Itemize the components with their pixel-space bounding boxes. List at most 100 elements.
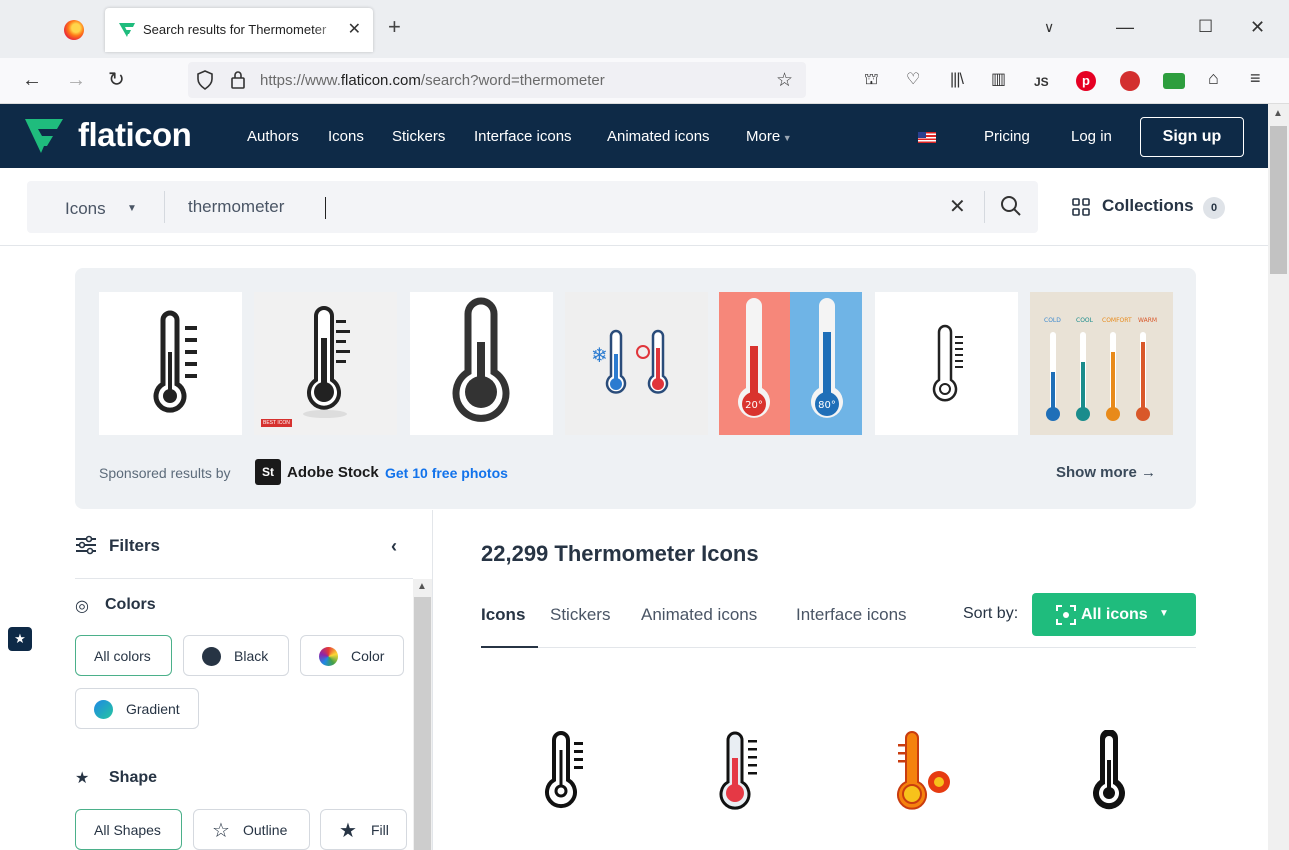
tab-title: Search results for Thermometer: [143, 22, 327, 37]
sponsored-thumbnail[interactable]: 20° 80°: [719, 292, 862, 435]
collections-grid-icon[interactable]: [1072, 198, 1090, 216]
filter-outline[interactable]: ☆ Outline: [193, 809, 310, 850]
filter-color[interactable]: Color: [300, 635, 404, 676]
divider: [984, 191, 985, 223]
browser-tab[interactable]: Search results for Thermometer ✕: [105, 8, 373, 52]
search-input[interactable]: [188, 194, 888, 220]
maximize-icon[interactable]: ☐: [1198, 16, 1213, 38]
temperature-label: 20°: [745, 400, 763, 411]
nav-more[interactable]: More ▼: [746, 128, 792, 145]
library-icon[interactable]: |||\: [950, 70, 964, 90]
reload-icon[interactable]: ↻: [108, 68, 125, 92]
divider: [481, 647, 1196, 648]
green-extension-icon[interactable]: [1163, 73, 1185, 89]
search-box: Icons ▼ ✕: [27, 181, 1038, 233]
sponsored-thumbnail[interactable]: [875, 292, 1018, 435]
pocket-icon[interactable]: ♡: [906, 70, 920, 90]
nav-icons[interactable]: Icons: [328, 128, 364, 145]
sponsored-thumbnail[interactable]: BEST ICON: [254, 292, 397, 435]
reader-pin-icon[interactable]: ⛫: [864, 70, 879, 90]
page-scrollbar[interactable]: ▲: [1268, 104, 1289, 850]
new-tab-button[interactable]: +: [388, 16, 401, 38]
sidebar-icon[interactable]: ▥: [991, 70, 1006, 90]
menu-icon[interactable]: ≡: [1250, 68, 1261, 88]
star-filled-icon: ★: [339, 820, 357, 842]
us-flag-icon[interactable]: [918, 132, 936, 143]
lock-icon[interactable]: [230, 70, 246, 90]
search-icon[interactable]: [999, 194, 1023, 218]
scroll-up-icon[interactable]: ▲: [417, 581, 427, 592]
forward-arrow-icon[interactable]: →: [66, 68, 86, 92]
url-bar[interactable]: https://www.flaticon.com/search?word=the…: [188, 62, 806, 98]
tab-stickers[interactable]: Stickers: [550, 605, 610, 625]
filter-gradient[interactable]: Gradient: [75, 688, 199, 729]
thermometer-color-icon[interactable]: [706, 730, 776, 810]
filter-fill[interactable]: ★ Fill: [320, 809, 407, 850]
filter-all-shapes[interactable]: All Shapes: [75, 809, 182, 850]
clear-search-icon[interactable]: ✕: [949, 194, 966, 219]
tab-icons[interactable]: Icons: [481, 605, 525, 625]
best-icon-badge: BEST ICON: [261, 419, 292, 427]
collections-button[interactable]: Collections: [1102, 196, 1194, 216]
nav-pricing[interactable]: Pricing: [984, 128, 1030, 145]
sponsored-thumbnail[interactable]: COLD COOL COMFORT WARM: [1030, 292, 1173, 435]
active-tab-indicator: [481, 646, 538, 648]
bookmark-star-icon[interactable]: ☆: [776, 69, 793, 92]
back-arrow-icon[interactable]: ←: [22, 68, 42, 92]
thermometer-gear-icon[interactable]: [886, 730, 956, 810]
scrollbar-thumb[interactable]: [1270, 126, 1287, 274]
tab-interface-icons[interactable]: Interface icons: [796, 605, 907, 625]
nav-stickers[interactable]: Stickers: [392, 128, 445, 145]
sponsored-thumbnail[interactable]: [99, 292, 242, 435]
free-photos-link[interactable]: Get 10 free photos: [385, 465, 508, 481]
filters-scrollbar[interactable]: ▲: [413, 579, 432, 850]
divider: [164, 191, 165, 223]
tab-animated-icons[interactable]: Animated icons: [641, 605, 757, 625]
scroll-up-icon[interactable]: ▲: [1273, 108, 1283, 119]
nav-interface-icons[interactable]: Interface icons: [474, 128, 572, 145]
signup-button[interactable]: Sign up: [1140, 117, 1244, 157]
show-more-link[interactable]: Show more →: [1056, 464, 1156, 481]
adobe-stock-link[interactable]: Adobe Stock: [287, 464, 379, 481]
search-type-select[interactable]: Icons: [65, 199, 106, 219]
download-extension-icon[interactable]: [1120, 71, 1140, 91]
filters-header: Filters ‹: [75, 533, 413, 579]
sort-dropdown[interactable]: All icons ▼: [1032, 593, 1196, 636]
caret-down-icon[interactable]: ▼: [127, 203, 137, 214]
flaticon-favicon-icon: [119, 23, 135, 37]
url-text[interactable]: https://www.flaticon.com/search?word=the…: [260, 72, 605, 89]
filter-black[interactable]: Black: [183, 635, 289, 676]
login-link[interactable]: Log in: [1071, 128, 1112, 145]
minimize-icon[interactable]: —: [1116, 16, 1134, 38]
thermometer-fill-icon[interactable]: [1075, 730, 1145, 810]
sponsored-thumbnail[interactable]: [410, 292, 553, 435]
colors-title: Colors: [105, 596, 156, 613]
list-tabs-icon[interactable]: ∨: [1044, 16, 1054, 38]
adobe-stock-logo-icon[interactable]: St: [255, 459, 281, 485]
sponsored-thumbnail[interactable]: ❄: [565, 292, 708, 435]
nav-animated-icons[interactable]: Animated icons: [607, 128, 710, 145]
thermometer-outline-icon[interactable]: [530, 730, 600, 810]
scale-label: COOL: [1076, 317, 1094, 324]
logo-text[interactable]: flaticon: [78, 116, 192, 154]
filter-all-colors[interactable]: All colors: [75, 635, 172, 676]
scrollbar-thumb[interactable]: [414, 597, 431, 850]
extensions-icon[interactable]: ⌂: [1208, 68, 1219, 88]
collections-count-badge: 0: [1203, 197, 1225, 219]
temperature-label: 80°: [818, 400, 836, 411]
black-swatch-icon: [202, 647, 221, 666]
sponsored-results: BEST ICON ❄ 20° 80° COLD COOL COMFORT WA…: [75, 268, 1196, 509]
collapse-filters-icon[interactable]: ‹: [391, 536, 397, 557]
thermometer-icon: [303, 306, 350, 418]
thermometer-icon: [932, 324, 963, 402]
shield-icon[interactable]: [196, 70, 214, 90]
firefox-icon[interactable]: [64, 20, 84, 40]
close-tab-icon[interactable]: ✕: [348, 19, 361, 39]
window-close-icon[interactable]: ✕: [1250, 16, 1265, 38]
nav-authors[interactable]: Authors: [247, 128, 299, 145]
thermometer-icon: [452, 297, 510, 422]
feedback-icon[interactable]: ★: [8, 627, 32, 651]
pinterest-extension-icon[interactable]: p: [1076, 71, 1096, 91]
flaticon-logo-icon[interactable]: [24, 118, 64, 154]
js-extension-icon[interactable]: JS: [1034, 72, 1049, 92]
